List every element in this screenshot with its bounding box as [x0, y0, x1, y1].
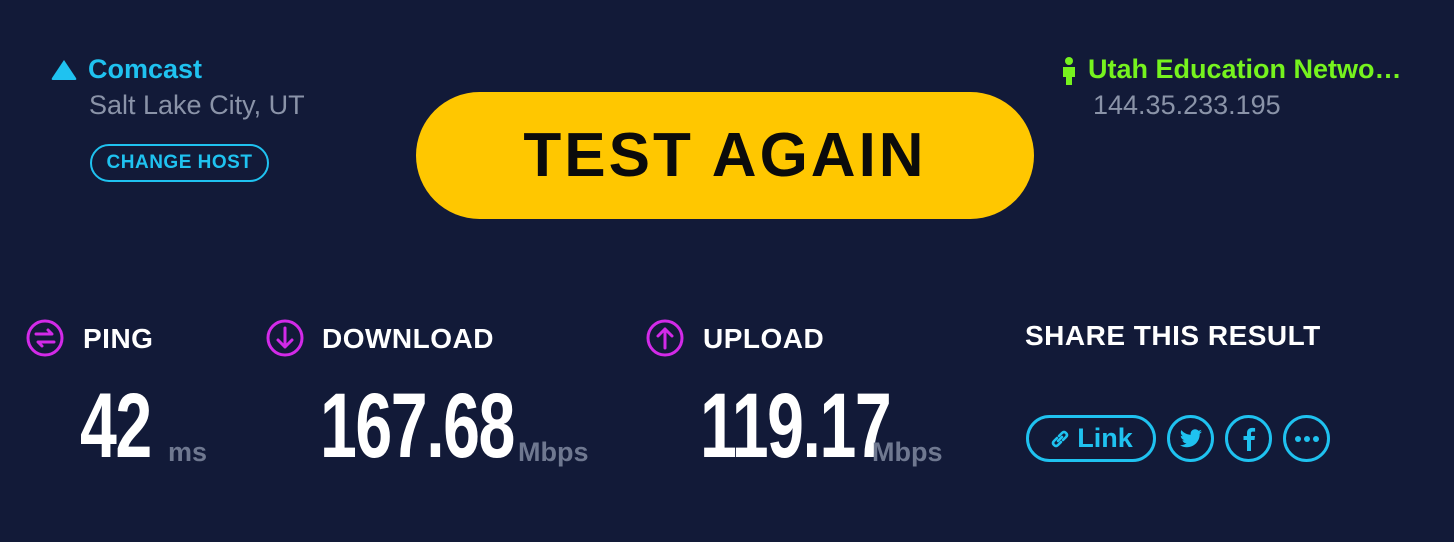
share-title: SHARE THIS RESULT: [1025, 320, 1321, 351]
download-label: DOWNLOAD: [322, 323, 494, 354]
share-link-label: Link: [1077, 423, 1133, 453]
isp-location: Salt Lake City, UT: [89, 90, 305, 120]
test-again-button[interactable]: TEST AGAIN: [416, 92, 1034, 219]
more-icon: [1294, 435, 1319, 442]
ping-unit: ms: [168, 437, 208, 467]
twitter-icon: [1179, 428, 1202, 447]
download-value: 167.68: [320, 375, 515, 477]
change-host-button[interactable]: CHANGE HOST: [90, 144, 269, 182]
twitter-share-button[interactable]: [1167, 415, 1214, 462]
more-share-button[interactable]: [1283, 415, 1330, 462]
upload-unit: Mbps: [872, 437, 943, 467]
upload-arrow-icon: [646, 319, 684, 357]
facebook-share-button[interactable]: [1225, 415, 1272, 462]
server-ip: 144.35.233.195: [1093, 90, 1281, 120]
link-icon: [1051, 430, 1069, 447]
ping-value: 42: [80, 375, 152, 477]
upload-label: UPLOAD: [703, 323, 825, 354]
download-arrow-icon: [266, 319, 304, 357]
ping-label: PING: [83, 323, 154, 354]
facebook-icon: [1243, 427, 1255, 451]
isp-name: Comcast: [88, 54, 203, 84]
upload-value: 119.17: [700, 375, 892, 477]
server-name[interactable]: Utah Education Netwo…: [1088, 54, 1402, 85]
share-link-button[interactable]: Link: [1026, 415, 1156, 462]
triangle-icon: [51, 60, 77, 80]
ping-icon: [26, 319, 64, 357]
person-icon: [1063, 57, 1075, 85]
download-unit: Mbps: [518, 437, 589, 467]
